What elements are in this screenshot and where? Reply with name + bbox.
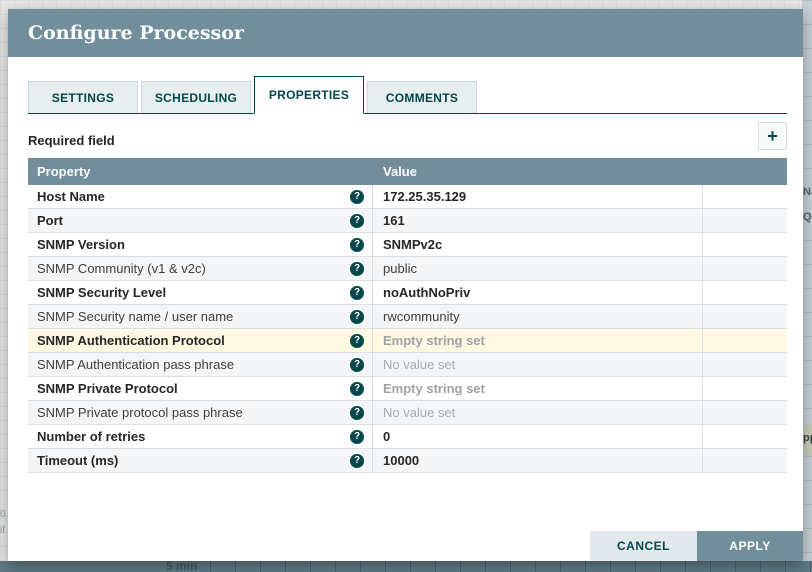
property-value: rwcommunity <box>383 309 460 324</box>
property-value-cell[interactable]: 10000 <box>373 449 703 472</box>
property-name: Port <box>37 213 63 228</box>
help-icon[interactable]: ? <box>350 190 364 204</box>
property-value: No value set <box>383 357 455 372</box>
property-row: Port ? 161 <box>28 209 787 233</box>
property-name: SNMP Private protocol pass phrase <box>37 405 243 420</box>
cancel-button[interactable]: CANCEL <box>590 531 697 561</box>
property-row: SNMP Authentication Protocol ? Empty str… <box>28 329 787 353</box>
property-column-header: Property <box>28 164 373 179</box>
property-row: SNMP Security Level ? noAuthNoPriv <box>28 281 787 305</box>
property-row: SNMP Private protocol pass phrase ? No v… <box>28 401 787 425</box>
help-icon[interactable]: ? <box>350 454 364 468</box>
help-icon[interactable]: ? <box>350 238 364 252</box>
help-icon[interactable]: ? <box>350 430 364 444</box>
property-value: 172.25.35.129 <box>383 189 466 204</box>
property-value-cell[interactable]: Empty string set <box>373 377 703 400</box>
property-value-cell[interactable]: SNMPv2c <box>373 233 703 256</box>
tab-properties[interactable]: PROPERTIES <box>254 76 364 114</box>
property-value-cell[interactable]: Empty string set <box>373 329 703 352</box>
property-value-cell[interactable]: 161 <box>373 209 703 232</box>
value-column-header: Value <box>373 164 703 179</box>
help-icon[interactable]: ? <box>350 382 364 396</box>
property-value: Empty string set <box>383 333 485 348</box>
property-row: SNMP Version ? SNMPv2c <box>28 233 787 257</box>
property-name: SNMP Security name / user name <box>37 309 233 324</box>
property-row: Host Name ? 172.25.35.129 <box>28 185 787 209</box>
properties-table-header: Property Value <box>28 158 787 185</box>
property-name: SNMP Security Level <box>37 285 166 300</box>
help-icon[interactable]: ? <box>350 310 364 324</box>
plus-icon: + <box>767 126 778 146</box>
help-icon[interactable]: ? <box>350 262 364 276</box>
required-field-label: Required field <box>28 133 115 148</box>
background-text-fragment: if <box>0 525 5 536</box>
property-value-cell[interactable]: noAuthNoPriv <box>373 281 703 304</box>
background-text-fragment: pp <box>803 432 812 444</box>
configure-processor-dialog: Configure Processor SETTINGSSCHEDULINGPR… <box>8 9 803 561</box>
property-name: Number of retries <box>37 429 145 444</box>
property-name: Timeout (ms) <box>37 453 118 468</box>
property-value: 0 <box>383 429 390 444</box>
property-value: No value set <box>383 405 455 420</box>
property-value: Empty string set <box>383 381 485 396</box>
property-value-cell[interactable]: 172.25.35.129 <box>373 185 703 208</box>
property-row: Timeout (ms) ? 10000 <box>28 449 787 473</box>
dialog-tabbar: SETTINGSSCHEDULINGPROPERTIESCOMMENTS <box>28 76 787 114</box>
help-icon[interactable]: ? <box>350 286 364 300</box>
property-value-cell[interactable]: 0 <box>373 425 703 448</box>
property-value-cell[interactable]: No value set <box>373 353 703 376</box>
property-name: Host Name <box>37 189 105 204</box>
background-time-axis: 5 min <box>0 561 812 572</box>
property-name: SNMP Private Protocol <box>37 381 178 396</box>
property-value-cell[interactable]: No value set <box>373 401 703 424</box>
property-value: noAuthNoPriv <box>383 285 470 300</box>
property-name: SNMP Community (v1 & v2c) <box>37 261 206 276</box>
help-icon[interactable]: ? <box>350 358 364 372</box>
property-value-cell[interactable]: rwcommunity <box>373 305 703 328</box>
time-axis-ticks <box>210 561 812 572</box>
property-value: public <box>383 261 417 276</box>
property-row: SNMP Authentication pass phrase ? No val… <box>28 353 787 377</box>
background-canvas-right-strip <box>802 0 812 572</box>
background-text-fragment: Qu <box>803 211 812 223</box>
tab-comments[interactable]: COMMENTS <box>367 81 477 113</box>
properties-table: Property Value Host Name ? 172.25.35.129… <box>28 158 787 473</box>
property-name: SNMP Version <box>37 237 125 252</box>
property-row: Number of retries ? 0 <box>28 425 787 449</box>
help-icon[interactable]: ? <box>350 334 364 348</box>
help-icon[interactable]: ? <box>350 214 364 228</box>
property-name: SNMP Authentication Protocol <box>37 333 225 348</box>
property-value: 10000 <box>383 453 419 468</box>
property-row: SNMP Private Protocol ? Empty string set <box>28 377 787 401</box>
background-text-fragment: Na <box>803 186 812 198</box>
tab-settings[interactable]: SETTINGS <box>28 81 138 113</box>
new-property-button[interactable]: + <box>758 122 787 150</box>
property-name: SNMP Authentication pass phrase <box>37 357 234 372</box>
dialog-title: Configure Processor <box>8 9 803 57</box>
property-row: SNMP Community (v1 & v2c) ? public <box>28 257 787 281</box>
tab-scheduling[interactable]: SCHEDULING <box>141 81 251 113</box>
help-icon[interactable]: ? <box>350 406 364 420</box>
property-value-cell[interactable]: public <box>373 257 703 280</box>
property-row: SNMP Security name / user name ? rwcommu… <box>28 305 787 329</box>
property-value: SNMPv2c <box>383 237 442 252</box>
apply-button[interactable]: APPLY <box>697 531 803 561</box>
property-value: 161 <box>383 213 405 228</box>
